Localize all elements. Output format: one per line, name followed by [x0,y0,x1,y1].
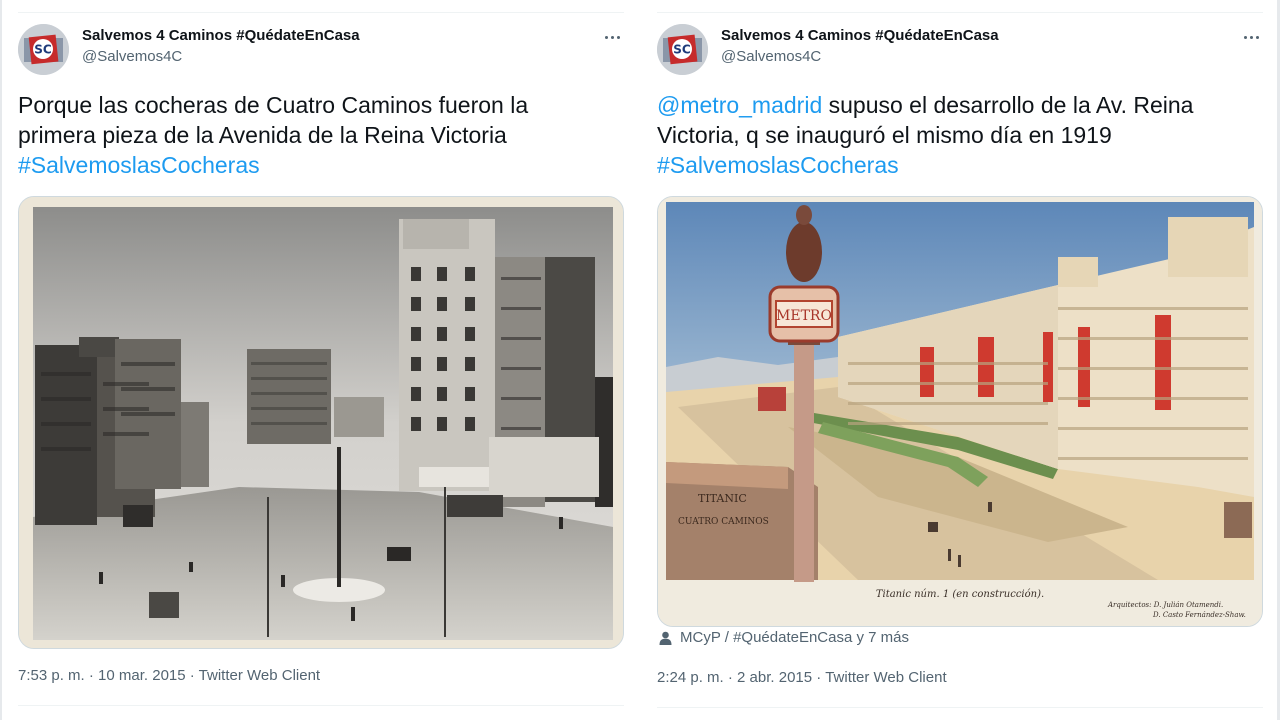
tweet-header: SC Salvemos 4 Caminos #QuédateEnCasa @Sa… [18,24,624,76]
tweet-date-link[interactable]: 10 mar. 2015 [98,667,186,684]
timestamp-separator: · [812,669,826,686]
tweet-illustration[interactable]: TITANIC CUATRO CAMINOS METRO Titanic núm… [657,196,1263,627]
avatar-logo-icon[interactable]: SC [18,24,69,75]
bottom-divider [657,707,1263,708]
svg-text:SC: SC [673,43,691,57]
tweet-left: SC Salvemos 4 Caminos #QuédateEnCasa @Sa… [18,0,624,720]
hashtag-link[interactable]: #SalvemoslasCocheras [657,152,899,178]
illustration-credit: D. Casto Fernández-Shaw. [1152,611,1246,619]
tweet-client-link[interactable]: Twitter Web Client [825,669,946,686]
tweet-date-link[interactable]: 2 abr. 2015 [737,669,812,686]
tweet-time-link[interactable]: 7:53 p. m. [18,667,85,684]
tweet-right: SC Salvemos 4 Caminos #QuédateEnCasa @Sa… [657,0,1263,720]
more-dots-icon[interactable] [1239,28,1263,46]
timestamp-separator: · [185,667,199,684]
svg-text:SC: SC [34,43,52,57]
tweet-header: SC Salvemos 4 Caminos #QuédateEnCasa @Sa… [657,24,1263,76]
hashtag-link[interactable]: #SalvemoslasCocheras [18,152,260,178]
display-name[interactable]: Salvemos 4 Caminos #QuédateEnCasa [721,27,999,44]
timestamp-separator: · [84,667,99,684]
tweet-timestamp: 2:24 p. m. · 2 abr. 2015 · Twitter Web C… [657,669,947,686]
via-text: MCyP / #QuédateEnCasa y 7 más [680,629,909,646]
tweet-text-line: primera pieza de la Avenida de la Reina … [18,122,507,148]
illustration-caption: Titanic núm. 1 (en construcción). [876,589,1044,600]
avatar-logo-icon[interactable]: SC [657,24,708,75]
tweet-text-line: Porque las cocheras de Cuatro Caminos fu… [18,92,529,118]
tweet-text-line: supuso el desarrollo de la Av. Reina [822,92,1194,118]
person-icon [659,631,672,645]
metro-sign-text: METRO [776,308,832,324]
display-name[interactable]: Salvemos 4 Caminos #QuédateEnCasa [82,27,360,44]
tweet-text: @metro_madrid supuso el desarrollo de la… [657,90,1263,180]
illustration-credit: Arquitectos: D. Julián Otamendi. [1107,601,1223,609]
wall-sign-text: CUATRO CAMINOS [678,517,769,527]
bottom-divider [18,705,624,706]
more-dots-icon[interactable] [600,28,624,46]
user-handle[interactable]: @Salvemos4C [82,48,360,65]
tweet-client-link[interactable]: Twitter Web Client [199,667,320,684]
via-attribution[interactable]: MCyP / #QuédateEnCasa y 7 más [659,629,909,646]
user-handle[interactable]: @Salvemos4C [721,48,999,65]
tweet-text: Porque las cocheras de Cuatro Caminos fu… [18,90,624,180]
tweet-photo[interactable] [18,196,624,649]
tweet-text-line: Victoria, q se inauguró el mismo día en … [657,122,1112,148]
mention-link[interactable]: @metro_madrid [657,92,822,118]
wall-sign-text: TITANIC [698,492,747,505]
tweet-timestamp: 7:53 p. m. · 10 mar. 2015 · Twitter Web … [18,667,320,684]
timestamp-separator: · [723,669,738,686]
tweet-time-link[interactable]: 2:24 p. m. [657,669,724,686]
page-frame-left [0,0,2,720]
